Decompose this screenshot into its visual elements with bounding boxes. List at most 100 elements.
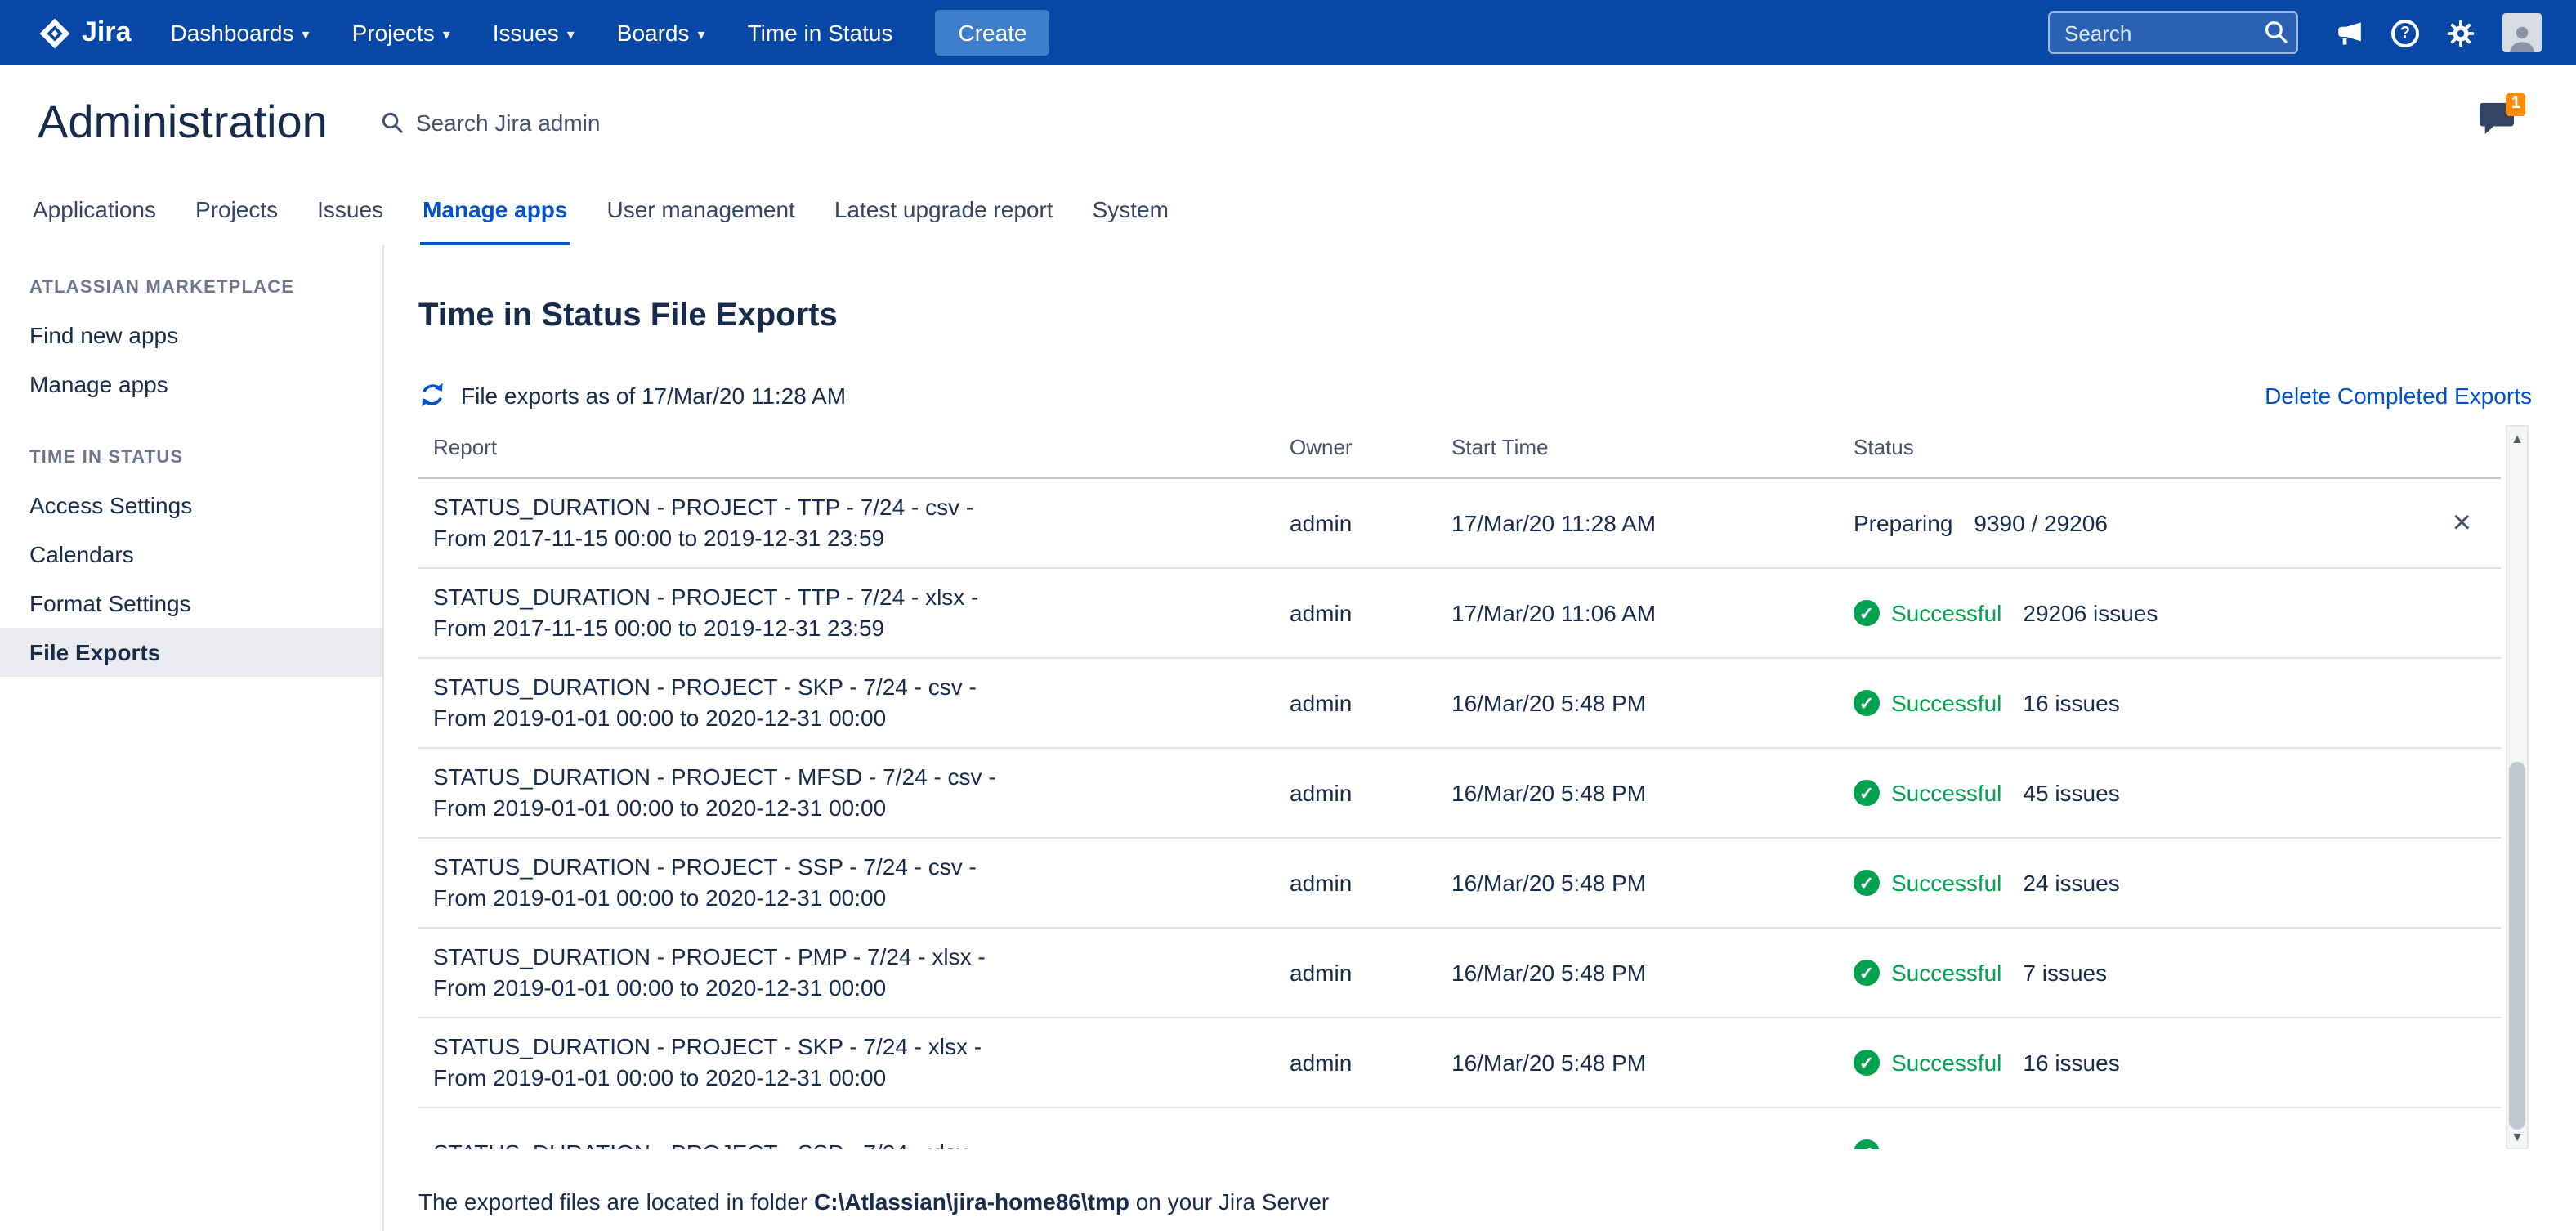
admin-tab[interactable]: Latest upgrade report <box>831 193 1057 245</box>
status-detail: 29206 issues <box>2023 600 2158 626</box>
start-time-cell: 16/Mar/20 5:48 PM <box>1437 960 1839 986</box>
exports-toolbar: File exports as of 17/Mar/20 11:28 AM De… <box>418 381 2532 409</box>
top-navigation: Jira Dashboards ▾ Projects ▾ Issues <box>0 0 2576 65</box>
report-cell: STATUS_DURATION - PROJECT - SSP - 7/24 -… <box>418 852 1275 914</box>
notification-badge: 1 <box>2507 93 2525 115</box>
admin-tab[interactable]: Issues <box>314 193 387 245</box>
admin-search <box>382 110 2478 136</box>
status-cell: ✓ Successful 24 issues <box>1839 870 2501 896</box>
status-detail: 45 issues <box>2023 780 2119 806</box>
nav-menu-item[interactable]: Projects ▾ <box>352 20 450 46</box>
column-header-report: Report <box>418 435 1275 459</box>
owner-cell: admin <box>1275 960 1437 986</box>
nav-menu-item[interactable]: Issues ▾ <box>493 20 575 46</box>
sidebar-item[interactable]: Calendars <box>0 530 382 579</box>
nav-search-input[interactable] <box>2048 11 2298 54</box>
cancel-export-button[interactable]: × <box>2453 507 2471 539</box>
nav-menu-item[interactable]: Dashboards ▾ <box>171 20 310 46</box>
admin-search-input[interactable] <box>416 110 841 136</box>
feedback-megaphone-icon[interactable] <box>2336 19 2364 47</box>
admin-tab[interactable]: System <box>1089 193 1172 245</box>
sidebar-section-time-in-status: TIME IN STATUS Access Settings Calendars… <box>0 448 382 677</box>
success-check-icon: ✓ <box>1854 780 1880 806</box>
status-label: Successful <box>1891 870 2001 896</box>
section-title: Time in Status File Exports <box>418 298 2532 335</box>
help-icon[interactable]: ? <box>2391 19 2419 47</box>
sidebar-section-marketplace: ATLASSIAN MARKETPLACE Find new apps Mana… <box>0 278 382 409</box>
success-check-icon: ✓ <box>1854 870 1880 896</box>
table-row: STATUS_DURATION - PROJECT - TTP - 7/24 -… <box>418 479 2501 569</box>
person-icon <box>2506 23 2538 52</box>
status-label: Successful <box>1891 600 2001 626</box>
table-scrollbar[interactable]: ▲ ▼ <box>2506 425 2529 1149</box>
delete-completed-exports-link[interactable]: Delete Completed Exports <box>2265 382 2532 408</box>
chevron-down-icon: ▾ <box>302 22 310 43</box>
owner-cell: admin <box>1275 870 1437 896</box>
report-date-range: From 2019-01-01 00:00 to 2020-12-31 00:0… <box>433 973 1275 1004</box>
main-menu: Dashboards ▾ Projects ▾ Issues ▾ Bo <box>171 10 1050 56</box>
note-suffix: on your Jira Server <box>1129 1188 1329 1215</box>
start-time-cell: 16/Mar/20 5:48 PM <box>1437 1050 1839 1076</box>
scroll-up-button[interactable]: ▲ <box>2507 427 2527 450</box>
sidebar-item[interactable]: Find new apps <box>0 311 382 360</box>
report-name: STATUS_DURATION - PROJECT - TTP - 7/24 -… <box>433 582 1275 613</box>
success-check-icon: ✓ <box>1854 600 1880 626</box>
exports-table-zone: Report Owner Start Time Status STATUS_DU… <box>418 425 2532 1149</box>
settings-gear-icon[interactable] <box>2447 19 2475 47</box>
table-row: STATUS_DURATION - PROJECT - SSP - 7/24 -… <box>418 839 2501 929</box>
nav-menu-item[interactable]: Time in Status <box>748 20 893 46</box>
table-row: STATUS_DURATION - PROJECT - TTP - 7/24 -… <box>418 569 2501 659</box>
admin-tab[interactable]: User management <box>604 193 798 245</box>
main-content: Time in Status File Exports Fil <box>384 245 2576 1231</box>
exports-timestamp: File exports as of 17/Mar/20 11:28 AM <box>461 382 846 408</box>
refresh-icon[interactable] <box>418 381 446 409</box>
nav-item-label: Boards <box>617 20 690 46</box>
sidebar-item[interactable]: Access Settings <box>0 481 382 530</box>
status-label: Successful <box>1891 690 2001 716</box>
report-cell: STATUS_DURATION - PROJECT - TTP - 7/24 -… <box>418 582 1275 644</box>
start-time-cell: 17/Mar/20 11:28 AM <box>1437 510 1839 536</box>
table-row: STATUS_DURATION - PROJECT - PMP - 7/24 -… <box>418 929 2501 1018</box>
status-cell: ✓ Successful 29206 issues <box>1839 600 2501 626</box>
page-title: Administration <box>38 96 328 149</box>
sidebar: ATLASSIAN MARKETPLACE Find new apps Mana… <box>0 245 384 1231</box>
status-cell: ✓ Successful 16 issues <box>1839 690 2501 716</box>
status-label: Successful <box>1891 1050 2001 1076</box>
admin-tab[interactable]: Applications <box>29 193 159 245</box>
scroll-down-button[interactable]: ▼ <box>2507 1125 2527 1148</box>
report-cell: STATUS_DURATION - PROJECT - MFSD - 7/24 … <box>418 762 1275 824</box>
admin-tabs: Applications Projects Issues Manage apps… <box>0 180 2576 245</box>
report-name: STATUS_DURATION - PROJECT - MFSD - 7/24 … <box>433 762 1275 793</box>
export-location-note: The exported files are located in folder… <box>418 1188 2532 1215</box>
jira-home-link[interactable]: Jira <box>38 16 132 50</box>
search-icon[interactable] <box>2264 20 2288 52</box>
status-detail: 24 issues <box>2023 870 2119 896</box>
nav-menu-item[interactable]: Boards ▾ <box>617 20 705 46</box>
report-cell: STATUS_DURATION - PROJECT - SKP - 7/24 -… <box>418 1032 1275 1094</box>
report-date-range: From 2019-01-01 00:00 to 2020-12-31 00:0… <box>433 793 1275 824</box>
table-row: STATUS_DURATION - PROJECT - SKP - 7/24 -… <box>418 1018 2501 1108</box>
note-prefix: The exported files are located in folder <box>418 1188 814 1215</box>
status-cell: ✓ <box>1839 1139 2501 1149</box>
export-folder-path: C:\Atlassian\jira-home86\tmp <box>814 1188 1129 1215</box>
admin-tab[interactable]: Projects <box>192 193 281 245</box>
table-row: STATUS_DURATION - PROJECT - SSP - 7/24 -… <box>418 1108 2501 1149</box>
nav-item-label: Time in Status <box>748 20 893 46</box>
notification-bubble-icon[interactable]: 1 <box>2478 101 2516 144</box>
table-row: STATUS_DURATION - PROJECT - MFSD - 7/24 … <box>418 749 2501 839</box>
user-avatar[interactable] <box>2502 13 2542 52</box>
owner-cell: admin <box>1275 690 1437 716</box>
admin-tab[interactable]: Manage apps <box>419 193 570 245</box>
create-button[interactable]: Create <box>936 10 1050 56</box>
status-detail: 7 issues <box>2023 960 2107 986</box>
exports-table: Report Owner Start Time Status STATUS_DU… <box>418 425 2501 1149</box>
start-time-cell: 16/Mar/20 5:48 PM <box>1437 870 1839 896</box>
report-name: STATUS_DURATION - PROJECT - SSP - 7/24 -… <box>433 852 1275 883</box>
report-date-range: From 2017-11-15 00:00 to 2019-12-31 23:5… <box>433 523 1275 554</box>
sidebar-item[interactable]: Format Settings <box>0 579 382 628</box>
report-date-range: From 2019-01-01 00:00 to 2020-12-31 00:0… <box>433 703 1275 734</box>
sidebar-item[interactable]: File Exports <box>0 628 382 677</box>
scrollbar-thumb[interactable] <box>2509 762 2525 1130</box>
search-icon <box>382 111 405 134</box>
sidebar-item[interactable]: Manage apps <box>0 360 382 409</box>
